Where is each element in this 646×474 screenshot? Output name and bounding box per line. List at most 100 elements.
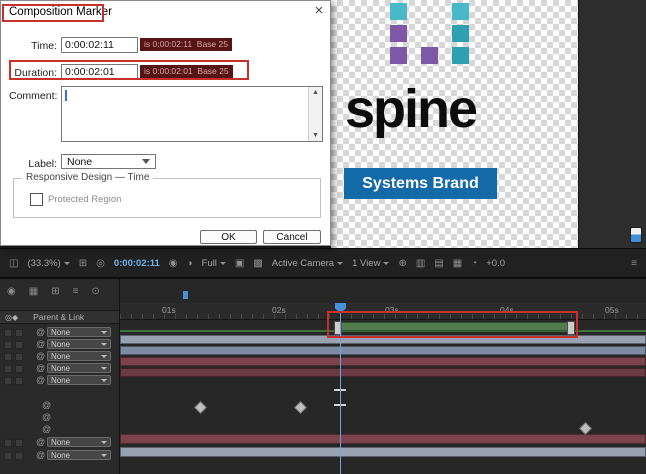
parent-link-select[interactable]: None (47, 327, 111, 337)
checkbox-label: Protected Region (48, 194, 121, 205)
logo-square (390, 47, 407, 64)
keyframe-diamond[interactable] (294, 401, 307, 414)
layer-duration-bar[interactable] (120, 357, 646, 366)
keyframe-diamond[interactable] (194, 401, 207, 414)
layer-switch-cell[interactable] (4, 452, 12, 460)
parent-link-select[interactable]: None (47, 375, 111, 385)
layer-switch-cell[interactable] (15, 452, 23, 460)
layer-switch-cell[interactable] (4, 341, 12, 349)
keyframe-diamond[interactable] (579, 422, 592, 435)
current-time[interactable]: 0:00:02:11 (114, 258, 160, 269)
magnification-ratio-value: (33.3%) (27, 258, 60, 269)
close-icon[interactable]: × (311, 3, 327, 19)
layer-switch-cell[interactable] (15, 365, 23, 373)
show-channel-icon[interactable]: ◑ (187, 258, 193, 269)
caret-down-icon (220, 262, 226, 265)
work-area-marker[interactable] (183, 291, 188, 299)
layer-switch-cell[interactable] (4, 365, 12, 373)
parent-link-select[interactable]: None (47, 351, 111, 361)
layer-row: @ None (0, 436, 119, 448)
group-title: Responsive Design — Time (22, 172, 153, 183)
pixel-aspect-icon[interactable]: ⊕ (398, 258, 406, 269)
layer-switch-cell[interactable] (4, 329, 12, 337)
caret-down-icon (64, 262, 70, 265)
layer-switch-cell[interactable] (15, 439, 23, 447)
resolution-value: Full (202, 258, 217, 269)
scroll-down-icon[interactable]: ▼ (312, 132, 319, 139)
label-select[interactable]: None (61, 154, 156, 169)
comment-textarea[interactable]: ▲ ▼ (61, 86, 323, 142)
find-icon[interactable]: ◉ (7, 286, 16, 297)
logo-square (452, 47, 469, 64)
ruler-label: 02s (272, 305, 286, 315)
parent-link-select[interactable]: None (47, 437, 111, 447)
composition-flowchart-icon[interactable]: ▦ (29, 286, 38, 297)
protected-region-checkbox[interactable] (30, 193, 43, 206)
timeline-button-icon[interactable]: ▤ (434, 258, 443, 269)
layer-switch-cell[interactable] (4, 377, 12, 385)
annotation-box (9, 60, 249, 80)
choose-grid-guides-icon[interactable]: ⊞ (79, 258, 87, 269)
layer-switch-cell[interactable] (15, 341, 23, 349)
ok-button[interactable]: OK (200, 230, 257, 244)
pick-whip-icon[interactable]: @ (42, 399, 51, 411)
pick-whip-icon[interactable]: @ (36, 350, 45, 362)
time-input[interactable]: 0:00:02:11 (61, 37, 138, 53)
draft-3d-icon[interactable]: ⊞ (51, 286, 59, 297)
layer-switch-cell[interactable] (4, 439, 12, 447)
pick-whip-icon[interactable]: @ (36, 449, 45, 461)
layer-switch-cell[interactable] (15, 353, 23, 361)
logo-square (390, 25, 407, 42)
transparency-grid-icon[interactable]: ▩ (253, 258, 262, 269)
pick-whip-icon[interactable]: @ (36, 436, 45, 448)
parent-link-select[interactable]: None (47, 339, 111, 349)
cancel-button[interactable]: Cancel (263, 230, 321, 244)
resolution[interactable]: Full (202, 258, 226, 269)
label-select-value: None (67, 156, 92, 168)
pick-whip-icon[interactable]: @ (36, 338, 45, 350)
timeline-track-area[interactable]: 01s02s03s04s05s (120, 278, 646, 474)
frame-blending-icon[interactable]: ≡ (73, 286, 79, 297)
parent-link-value: None (51, 376, 70, 385)
3d-view[interactable]: Active Camera (272, 258, 343, 269)
caret-down-icon (383, 262, 389, 265)
grid-options-icon[interactable]: ◫ (9, 258, 18, 269)
parent-link-select[interactable]: None (47, 450, 111, 460)
layer-duration-bar[interactable] (120, 368, 646, 377)
layer-duration-bar[interactable] (120, 434, 646, 444)
layer-duration-bar[interactable] (120, 346, 646, 355)
pick-whip-icon[interactable]: @ (42, 423, 51, 435)
exposure-value[interactable]: +0.0 (486, 258, 505, 269)
comment-label: Comment: (9, 90, 57, 102)
pick-whip-icon[interactable]: @ (36, 362, 45, 374)
layer-switch-cell[interactable] (4, 353, 12, 361)
pick-whip-icon[interactable]: @ (36, 374, 45, 386)
exposure-value-value: +0.0 (486, 258, 505, 269)
flowchart-button-icon[interactable]: ▦ (453, 258, 462, 269)
label-label: Label: (9, 158, 57, 170)
motion-blur-icon[interactable]: ⊙ (91, 286, 99, 297)
magnification-ratio[interactable]: (33.3%) (27, 258, 69, 269)
pick-whip-icon[interactable]: @ (42, 411, 51, 423)
layer-row: @None (0, 362, 119, 374)
scroll-thumb[interactable] (630, 227, 642, 243)
snapshot-icon[interactable]: ◉ (169, 258, 178, 269)
layer-row: @None (0, 350, 119, 362)
scroll-up-icon[interactable]: ▲ (312, 89, 319, 96)
layer-switch-cell[interactable] (15, 377, 23, 385)
mask-visibility-icon[interactable]: ◎ (96, 258, 105, 269)
fast-previews-icon[interactable]: ▥ (416, 258, 425, 269)
layer-duration-bar[interactable] (120, 447, 646, 457)
panel-menu-icon[interactable]: ≡ (631, 258, 637, 269)
region-of-interest-icon[interactable]: ▣ (235, 258, 244, 269)
composition-toolbar: ◫ (33.3%) ⊞ ◎ 0:00:02:11 ◉ ◑ Full ▣ ▩ Active Camer… (0, 248, 646, 278)
pick-whip-icon[interactable]: @ (36, 326, 45, 338)
exposure-icon[interactable]: ◔ (471, 258, 477, 269)
scrollbar[interactable]: ▲ ▼ (308, 87, 322, 141)
parent-link-select[interactable]: None (47, 363, 111, 373)
layer-row: @None (0, 449, 119, 461)
view-layout[interactable]: 1 View (352, 258, 389, 269)
caret-down-icon (101, 331, 107, 334)
layer-switch-cell[interactable] (15, 329, 23, 337)
parent-link-value: None (51, 438, 70, 447)
